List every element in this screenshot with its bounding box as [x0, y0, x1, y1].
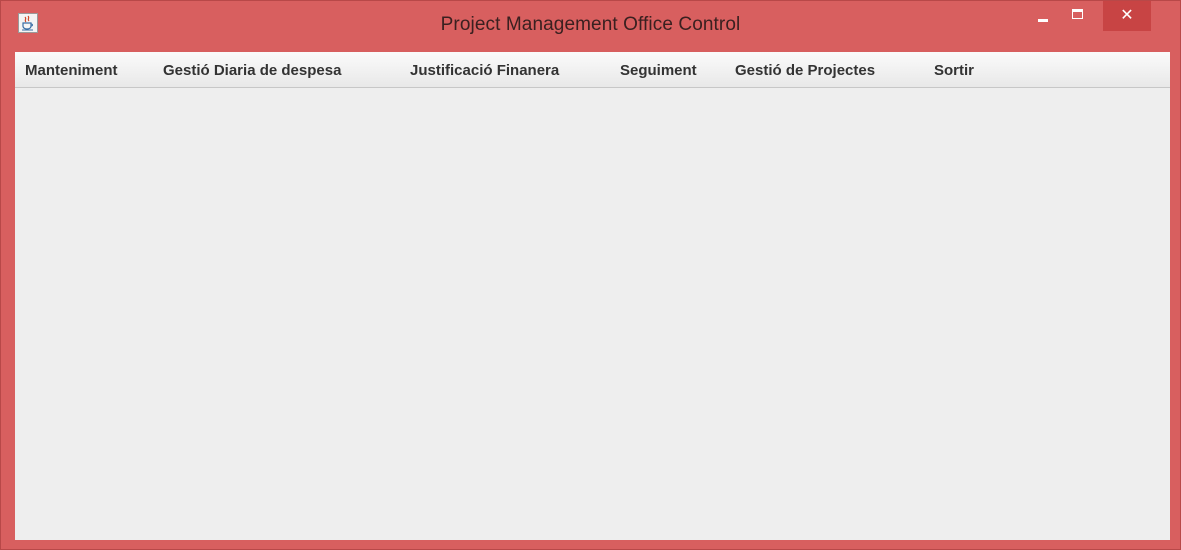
menu-gestio-de-projectes[interactable]: Gestió de Projectes — [735, 62, 875, 79]
menu-bar: Manteniment Gestió Diaria de despesa Jus… — [15, 52, 1170, 88]
maximize-icon — [1072, 9, 1083, 19]
content-area — [15, 88, 1170, 540]
title-bar[interactable]: Project Management Office Control ✕ — [1, 1, 1180, 47]
menu-justificacio-finanera[interactable]: Justificació Finanera — [410, 62, 559, 79]
menu-seguiment[interactable]: Seguiment — [620, 62, 697, 79]
menu-gestio-diaria-de-despesa[interactable]: Gestió Diaria de despesa — [163, 62, 341, 79]
minimize-button[interactable] — [1028, 1, 1058, 31]
maximize-button[interactable] — [1062, 1, 1092, 31]
close-icon: ✕ — [1120, 5, 1134, 24]
application-window: Project Management Office Control ✕ Mant… — [0, 0, 1181, 550]
minimize-icon — [1038, 19, 1048, 22]
window-title: Project Management Office Control — [440, 14, 741, 35]
menu-sortir[interactable]: Sortir — [934, 62, 974, 79]
close-button[interactable]: ✕ — [1103, 1, 1151, 31]
menu-manteniment[interactable]: Manteniment — [25, 62, 118, 79]
